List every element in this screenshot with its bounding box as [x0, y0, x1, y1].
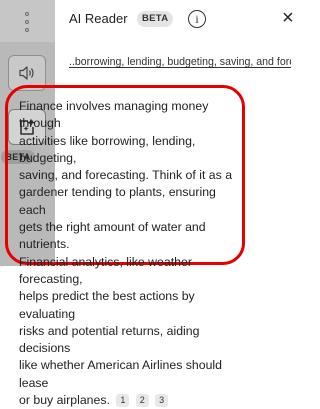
topics-link[interactable]: ..borrowing, lending, budgeting, saving,…: [69, 56, 291, 68]
kebab-menu-icon[interactable]: [24, 12, 30, 32]
citation-1[interactable]: 1: [116, 394, 130, 408]
summary-line: gardener tending to plants, ensuring eac…: [19, 185, 216, 217]
close-icon[interactable]: ×: [282, 8, 294, 28]
summary-line: activities like borrowing, lending, budg…: [19, 133, 196, 165]
summary-line: gets the right amount of water and nutri…: [19, 220, 206, 252]
speaker-icon: [19, 66, 34, 80]
summary-line: like whether American Airlines should le…: [19, 358, 223, 390]
rail-menu-area: [0, 0, 55, 42]
summary-line: saving, and forecasting. Think of it as …: [19, 168, 233, 183]
citation-3[interactable]: 3: [155, 394, 169, 408]
info-icon[interactable]: i: [188, 10, 206, 28]
summary-line: or buy airplanes.: [19, 393, 110, 408]
summary-text: Finance involves managing money through …: [19, 98, 244, 409]
citation-2[interactable]: 2: [135, 394, 149, 408]
beta-badge: BETA: [137, 11, 174, 27]
panel-title: AI Reader: [69, 11, 128, 26]
panel-header: AI Reader BETA i ×: [55, 0, 294, 42]
summary-line-last: or buy airplanes. 1 2 3: [19, 392, 244, 409]
summary-line: Finance involves managing money through: [19, 99, 209, 131]
summary-line: Financial analytics, like weather foreca…: [19, 254, 192, 286]
summary-box: Finance involves managing money through …: [5, 85, 245, 408]
summary-line: helps predict the best actions by evalua…: [19, 289, 195, 321]
summary-line: risks and potential returns, aiding deci…: [19, 323, 200, 356]
